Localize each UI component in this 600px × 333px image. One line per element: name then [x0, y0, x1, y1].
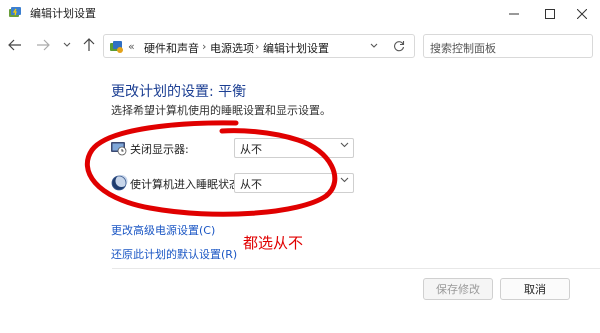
- control-panel-icon: [110, 41, 123, 53]
- window-title: 编辑计划设置: [30, 7, 96, 20]
- forward-button[interactable]: [34, 36, 52, 54]
- restore-defaults-link[interactable]: 还原此计划的默认设置(R): [111, 246, 237, 262]
- moon-icon: [111, 175, 128, 191]
- back-button[interactable]: [6, 36, 24, 54]
- close-button[interactable]: [562, 0, 600, 28]
- display-off-label: 关闭显示器:: [130, 143, 189, 156]
- search-placeholder: 搜索控制面板: [430, 42, 496, 55]
- breadcrumb-edit-plan[interactable]: 编辑计划设置: [263, 40, 329, 56]
- refresh-icon: [394, 41, 405, 52]
- cancel-button[interactable]: 取消: [500, 278, 570, 300]
- address-bar[interactable]: « 硬件和声音 › 电源选项 › 编辑计划设置: [103, 34, 415, 58]
- breadcrumb-hardware-sound[interactable]: 硬件和声音: [144, 40, 199, 56]
- power-options-icon: [9, 7, 21, 17]
- breadcrumb-power-options[interactable]: 电源选项: [210, 40, 254, 56]
- minimize-button[interactable]: [494, 0, 534, 28]
- monitor-icon: [111, 142, 127, 156]
- navigation-bar: « 硬件和声音 › 电源选项 › 编辑计划设置 搜索控制面板: [0, 28, 600, 64]
- page-description: 选择希望计算机使用的睡眠设置和显示设置。: [111, 104, 331, 117]
- footer-bar: 保存修改 取消: [0, 268, 600, 333]
- annotation-note: 都选从不: [243, 234, 304, 252]
- chevron-down-icon: [63, 42, 71, 47]
- breadcrumb-overflow[interactable]: «: [128, 40, 135, 53]
- up-button[interactable]: [80, 36, 98, 54]
- recent-locations-button[interactable]: [58, 36, 76, 54]
- footer-divider: [112, 268, 600, 269]
- breadcrumb-separator-icon[interactable]: ›: [202, 40, 206, 53]
- minimize-icon: [509, 13, 519, 15]
- title-bar: 编辑计划设置: [0, 0, 600, 28]
- refresh-button[interactable]: [391, 38, 407, 54]
- chevron-down-icon: [340, 142, 349, 148]
- close-icon: [577, 9, 587, 19]
- sleep-label: 使计算机进入睡眠状态:: [130, 178, 244, 191]
- display-off-select[interactable]: 从不: [234, 138, 354, 158]
- arrow-right-icon: [37, 39, 50, 51]
- breadcrumb-separator-icon[interactable]: ›: [255, 40, 259, 53]
- arrow-left-icon: [8, 39, 21, 51]
- chevron-down-icon: [340, 177, 349, 183]
- sleep-select[interactable]: 从不: [234, 173, 354, 193]
- chevron-down-icon: [370, 43, 378, 48]
- sleep-value: 从不: [240, 178, 262, 191]
- maximize-icon: [545, 9, 555, 19]
- display-off-value: 从不: [240, 143, 262, 156]
- advanced-power-settings-link[interactable]: 更改高级电源设置(C): [111, 222, 215, 238]
- page-title: 更改计划的设置: 平衡: [111, 84, 247, 100]
- arrow-up-icon: [83, 38, 95, 51]
- address-dropdown-button[interactable]: [367, 39, 381, 53]
- save-changes-button[interactable]: 保存修改: [423, 278, 493, 300]
- search-input[interactable]: 搜索控制面板: [423, 34, 593, 58]
